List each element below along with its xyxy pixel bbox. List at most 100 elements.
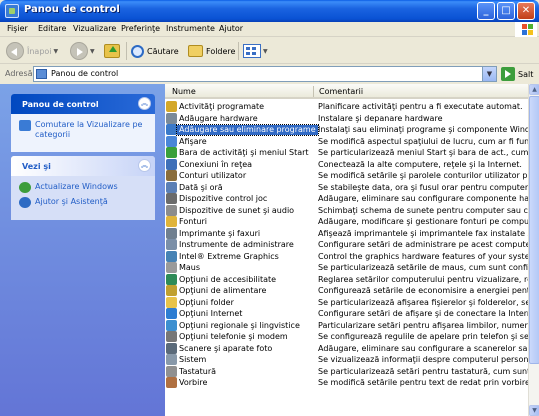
- name-column-header[interactable]: Nume: [172, 87, 196, 96]
- collapse-chevron-icon[interactable]: ︽: [138, 159, 151, 172]
- list-item[interactable]: Activităţi programate Planificare activit…: [165, 101, 528, 112]
- vertical-scrollbar[interactable]: ▲ ▼: [528, 84, 539, 416]
- list-item[interactable]: Maus Se particularizează setările de maus…: [165, 262, 528, 273]
- item-comment: Se stabileşte data, ora şi fusul orar pe…: [318, 182, 528, 192]
- list-item[interactable]: Dispozitive control joc Adăugare, elimina…: [165, 193, 528, 204]
- item-name: Opţiuni Internet: [179, 309, 243, 318]
- item-comment: Se modifică setările pentru text de reda…: [318, 378, 528, 387]
- forward-dropdown-icon: ▼: [90, 47, 95, 55]
- list-item[interactable]: Dată şi oră Se stabileşte data, ora şi fu…: [165, 181, 528, 193]
- switch-category-view-link[interactable]: Comutare la Vizualizare pe categorii: [19, 120, 149, 140]
- list-item[interactable]: Adăugare sau eliminare programe Instalaţi…: [165, 124, 528, 136]
- list-item[interactable]: Scanere şi aparate foto Adăugare, elimina…: [165, 342, 528, 354]
- back-button[interactable]: Înapoi ▼: [6, 41, 58, 61]
- list-item[interactable]: Instrumente de administrare Configurare s…: [165, 239, 528, 250]
- item-comment: Instalaţi sau eliminaţi programe şi comp…: [318, 125, 528, 134]
- item-comment: Configurează setările de economisire a e…: [318, 286, 528, 295]
- up-folder-button[interactable]: [104, 41, 120, 61]
- menu-file[interactable]: Fişier: [7, 24, 28, 33]
- item-comment: Se particularizează setările de maus, cu…: [318, 263, 528, 272]
- minimize-button[interactable]: _: [477, 2, 495, 20]
- item-icon: [166, 331, 177, 342]
- list-item[interactable]: Vorbire Se modifică setările pentru text …: [165, 377, 528, 388]
- search-button[interactable]: Căutare: [131, 41, 179, 61]
- item-name: Fonturi: [179, 217, 207, 226]
- menu-help[interactable]: Ajutor: [219, 24, 243, 33]
- item-comment: Conectează la alte computere, reţele şi …: [318, 159, 522, 169]
- item-comment: Se particularizează afişarea fişierelor …: [318, 297, 528, 307]
- list-item[interactable]: Sistem Se vizualizează informaţii despre …: [165, 354, 528, 365]
- see-also-box: Vezi şi ︽ Actualizare Windows Ajutor şi …: [11, 156, 155, 220]
- menu-view[interactable]: Vizualizare: [73, 24, 116, 33]
- scroll-up-button[interactable]: ▲: [529, 84, 539, 95]
- item-comment: Se vizualizează informaţii despre comput…: [318, 355, 528, 364]
- item-comment: Configurare setări de afişare şi de cone…: [318, 309, 528, 318]
- item-name: Instrumente de administrare: [179, 240, 294, 249]
- list-item[interactable]: Afişare Se modifică aspectul spaţiului de…: [165, 135, 528, 147]
- list-item[interactable]: Tastatură Se particularizează setări pent…: [165, 365, 528, 377]
- comment-column-header[interactable]: Comentarii: [319, 87, 363, 96]
- folders-button[interactable]: Foldere: [188, 41, 235, 61]
- toolbar: Înapoi ▼ ▼ Căutare Foldere ▼: [0, 38, 539, 64]
- item-icon: [166, 181, 177, 193]
- list-item[interactable]: Dispozitive de sunet şi audio Schimbaţi s…: [165, 204, 528, 216]
- item-name: Dispozitive control joc: [179, 194, 268, 203]
- item-icon: [166, 365, 177, 377]
- item-comment: Configurare setări de administrare pe ac…: [318, 240, 528, 249]
- item-icon: [166, 250, 177, 262]
- list-item[interactable]: Opţiuni folder Se particularizează afişar…: [165, 296, 528, 308]
- list-item[interactable]: Opţiuni de alimentare Configurează setări…: [165, 285, 528, 296]
- go-arrow-icon: [501, 67, 515, 81]
- list-item[interactable]: Opţiuni de accesibilitate Reglarea setări…: [165, 273, 528, 285]
- item-comment: Adăugare, modificare şi gestionare fontu…: [318, 217, 528, 226]
- item-icon: [166, 308, 177, 319]
- item-name: Dispozitive de sunet şi audio: [179, 205, 295, 215]
- list-item[interactable]: Opţiuni regionale şi lingvistice Particul…: [165, 319, 528, 331]
- item-name: Sistem: [179, 355, 207, 364]
- address-field[interactable]: Panou de control ▼: [33, 66, 497, 82]
- scroll-thumb[interactable]: [529, 96, 539, 364]
- list-item[interactable]: Conexiuni în reţea Conectează la alte com…: [165, 158, 528, 170]
- list-item[interactable]: Intel® Extreme Graphics Control the graph…: [165, 250, 528, 262]
- control-panel-box-header[interactable]: Panou de control ︽: [11, 94, 155, 114]
- menu-tools[interactable]: Instrumente: [166, 24, 215, 33]
- maximize-button[interactable]: □: [497, 2, 515, 20]
- item-comment: Control the graphics hardware features o…: [318, 251, 528, 261]
- item-comment: Particularizare setări pentru afişarea l…: [318, 320, 528, 330]
- up-folder-icon: [104, 44, 120, 58]
- list-item[interactable]: Imprimante şi faxuri Afişează imprimantel…: [165, 227, 528, 239]
- windows-flag-icon: [515, 22, 537, 37]
- views-button[interactable]: ▼: [243, 41, 268, 61]
- title-bar[interactable]: Panou de control _ □ ✕: [0, 0, 539, 22]
- item-icon: [166, 204, 177, 216]
- item-name: Bara de activităţi şi meniul Start: [179, 148, 309, 157]
- list-item[interactable]: Conturi utilizator Se modifică setările ş…: [165, 170, 528, 181]
- close-button[interactable]: ✕: [517, 2, 535, 20]
- item-name: Opţiuni folder: [179, 297, 234, 307]
- scroll-down-button[interactable]: ▼: [529, 405, 539, 416]
- item-icon: [166, 124, 177, 135]
- go-button[interactable]: Salt: [501, 67, 533, 81]
- item-name: Intel® Extreme Graphics: [179, 251, 279, 261]
- item-icon: [166, 285, 177, 296]
- address-dropdown-button[interactable]: ▼: [482, 67, 496, 81]
- menu-edit[interactable]: Editare: [38, 24, 66, 33]
- item-name: Opţiuni telefonie şi modem: [179, 332, 288, 341]
- address-label: Adresă: [5, 69, 33, 78]
- list-item[interactable]: Opţiuni telefonie şi modem Se configureaz…: [165, 331, 528, 342]
- item-icon: [166, 296, 177, 308]
- list-item[interactable]: Opţiuni Internet Configurare setări de af…: [165, 308, 528, 319]
- list-item[interactable]: Fonturi Adăugare, modificare şi gestionar…: [165, 216, 528, 227]
- collapse-chevron-icon[interactable]: ︽: [138, 97, 151, 110]
- see-also-box-header[interactable]: Vezi şi ︽: [11, 156, 155, 176]
- forward-button[interactable]: ▼: [70, 41, 95, 61]
- help-support-link[interactable]: Ajutor şi Asistenţă: [19, 197, 149, 208]
- list-item[interactable]: Adăugare hardware Instalare şi depanare h…: [165, 112, 528, 124]
- window-title: Panou de control: [24, 4, 120, 15]
- item-name: Dată şi oră: [179, 182, 223, 192]
- item-comment: Se configurează regulile de apelare prin…: [318, 332, 528, 341]
- menu-favorites[interactable]: Preferinţe: [121, 24, 160, 33]
- windows-update-link[interactable]: Actualizare Windows: [19, 182, 149, 193]
- item-name: Activităţi programate: [179, 102, 265, 111]
- list-item[interactable]: Bara de activităţi şi meniul Start Se par…: [165, 147, 528, 158]
